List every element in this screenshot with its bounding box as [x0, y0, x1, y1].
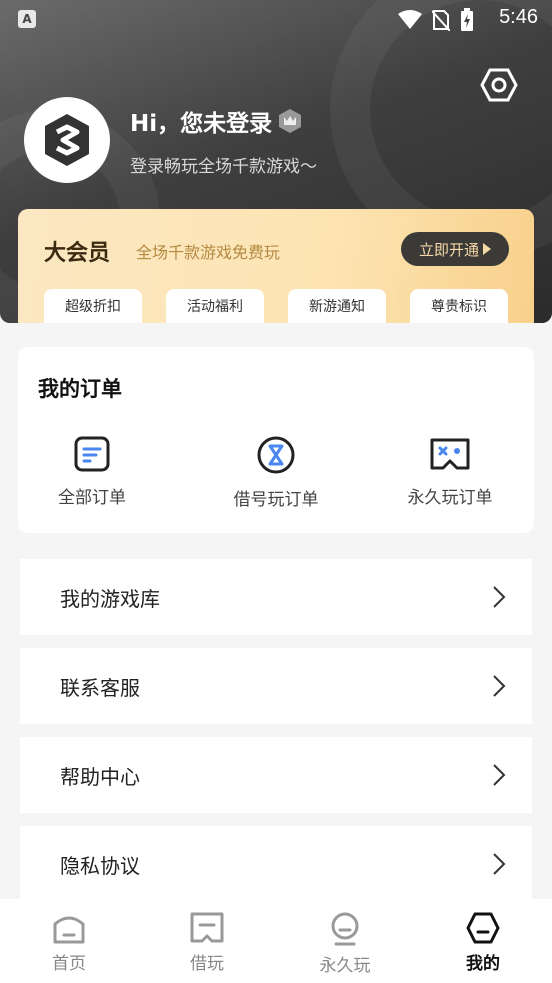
tab-home-label: 首页	[52, 954, 86, 974]
play-triangle-icon	[483, 243, 491, 255]
profile-header: A 5:46 Hi，您未登录 登录畅玩全场千款游戏～ 大会员 全场千款游戏免费玩	[0, 0, 552, 323]
perk-discount[interactable]: 超级折扣	[44, 289, 142, 323]
avatar[interactable]	[24, 97, 110, 183]
tab-borrow[interactable]: 借玩	[138, 911, 276, 974]
menu-customer-service-label: 联系客服	[60, 675, 140, 700]
chevron-right-icon	[493, 675, 506, 697]
chevron-right-icon	[493, 764, 506, 786]
no-sim-icon	[432, 10, 450, 31]
login-greeting[interactable]: Hi，您未登录	[130, 104, 302, 138]
chevron-right-icon	[493, 853, 506, 875]
wifi-icon	[398, 10, 422, 29]
forever-icon	[331, 912, 359, 946]
status-icons	[398, 8, 474, 32]
settings-hexagon-icon	[480, 68, 518, 102]
tab-forever[interactable]: 永久玩	[276, 911, 414, 976]
menu-help-center-label: 帮助中心	[60, 764, 140, 789]
vip-description: 全场千款游戏免费玩	[136, 243, 281, 262]
document-icon	[74, 436, 110, 472]
login-subtitle: 登录畅玩全场千款游戏～	[130, 157, 317, 177]
menu-game-library[interactable]: 我的游戏库	[20, 559, 532, 635]
orders-title: 我的订单	[38, 377, 122, 401]
vip-activate-label: 立即开通	[418, 240, 479, 259]
greeting-text: Hi，您未登录	[130, 111, 273, 137]
perk-activity[interactable]: 活动福利	[166, 289, 264, 323]
vip-card[interactable]: 大会员 全场千款游戏免费玩 立即开通 超级折扣 活动福利 新游通知 尊贵标识	[18, 209, 534, 323]
bottom-tab-bar: 首页 借玩 永久玩 我的	[0, 899, 552, 983]
orders-card: 我的订单 全部订单 借号玩订单 永久玩订单	[18, 347, 534, 533]
menu-customer-service[interactable]: 联系客服	[20, 648, 532, 724]
order-borrow-label: 借号玩订单	[233, 490, 319, 510]
perk-badge[interactable]: 尊贵标识	[410, 289, 508, 323]
crown-badge-icon	[279, 109, 302, 133]
order-all[interactable]: 全部订单	[22, 435, 162, 515]
order-forever-label: 永久玩订单	[407, 488, 493, 508]
vip-title: 大会员	[44, 240, 111, 266]
notification-a-icon: A	[18, 10, 36, 28]
settings-button[interactable]	[480, 66, 518, 104]
tab-borrow-label: 借玩	[190, 954, 224, 974]
profile-icon	[466, 912, 500, 944]
order-all-label: 全部订单	[58, 488, 126, 508]
menu-privacy-policy[interactable]: 隐私协议	[20, 826, 532, 902]
menu-game-library-label: 我的游戏库	[60, 586, 160, 611]
perk-new-game[interactable]: 新游通知	[288, 289, 386, 323]
tab-forever-label: 永久玩	[319, 956, 371, 976]
borrow-icon	[190, 912, 224, 943]
app-logo-icon	[45, 114, 89, 166]
tab-home[interactable]: 首页	[0, 911, 138, 974]
hourglass-icon	[257, 436, 295, 474]
menu-help-center[interactable]: 帮助中心	[20, 737, 532, 813]
clock-time: 5:46	[499, 6, 538, 28]
chevron-right-icon	[493, 586, 506, 608]
order-borrow[interactable]: 借号玩订单	[206, 435, 346, 515]
home-icon	[53, 916, 85, 944]
tab-mine-label: 我的	[466, 954, 500, 974]
order-forever[interactable]: 永久玩订单	[380, 435, 520, 515]
tab-mine[interactable]: 我的	[414, 911, 552, 974]
gamepad-icon	[430, 438, 470, 470]
vip-perks: 超级折扣 活动福利 新游通知 尊贵标识	[44, 289, 508, 323]
status-bar: A 5:46	[0, 0, 552, 40]
menu-privacy-policy-label: 隐私协议	[60, 853, 140, 878]
vip-activate-button[interactable]: 立即开通	[401, 232, 509, 266]
battery-charging-icon	[461, 8, 473, 31]
